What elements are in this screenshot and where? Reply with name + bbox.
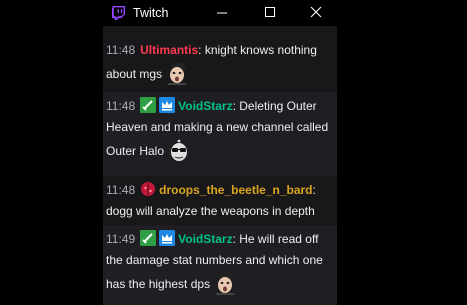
window-title: Twitch — [133, 6, 169, 20]
maximize-icon — [265, 7, 275, 17]
chat-message: 11:48 Ultimantis: knight knows nothing ab… — [103, 36, 337, 92]
username[interactable]: Ultimantis — [140, 43, 198, 57]
message-text: : knight knows nothing about mgs — [106, 43, 317, 81]
chat-message: 11:48 VoidStarz: Deleting Outer Heaven a… — [103, 92, 337, 176]
timestamp: 11:48 — [106, 43, 136, 57]
username[interactable]: droops_the_beetle_n_bard — [159, 183, 312, 197]
chat-messages: 11:48 Ultimantis: knight knows nothing ab… — [103, 36, 337, 305]
beetle-badge-icon — [141, 182, 156, 196]
close-icon — [310, 6, 322, 18]
sword-badge-icon — [140, 230, 157, 246]
close-button[interactable] — [296, 0, 336, 26]
minimize-icon — [217, 12, 227, 14]
timestamp: 11:48 — [106, 99, 136, 113]
crown-badge-icon — [159, 97, 176, 113]
username[interactable]: VoidStarz — [178, 232, 232, 246]
timestamp: 11:49 — [106, 232, 136, 246]
chat-message: 11:48 droops_the_beetle_n_bard: dogg wil… — [103, 176, 337, 225]
minimize-button[interactable] — [202, 0, 242, 26]
crown-badge-icon — [159, 230, 176, 246]
sword-badge-icon — [140, 97, 157, 113]
pog-face-emote-icon — [213, 271, 238, 295]
sunglasses-face-emote-icon — [167, 138, 192, 162]
username[interactable]: VoidStarz — [178, 99, 232, 113]
maximize-button[interactable] — [250, 0, 290, 26]
timestamp: 11:48 — [106, 183, 136, 197]
twitch-logo-icon — [111, 5, 126, 20]
chat-message: 11:49 VoidStarz: He will read off the da… — [103, 225, 337, 305]
pog-face-emote-icon — [165, 61, 190, 85]
